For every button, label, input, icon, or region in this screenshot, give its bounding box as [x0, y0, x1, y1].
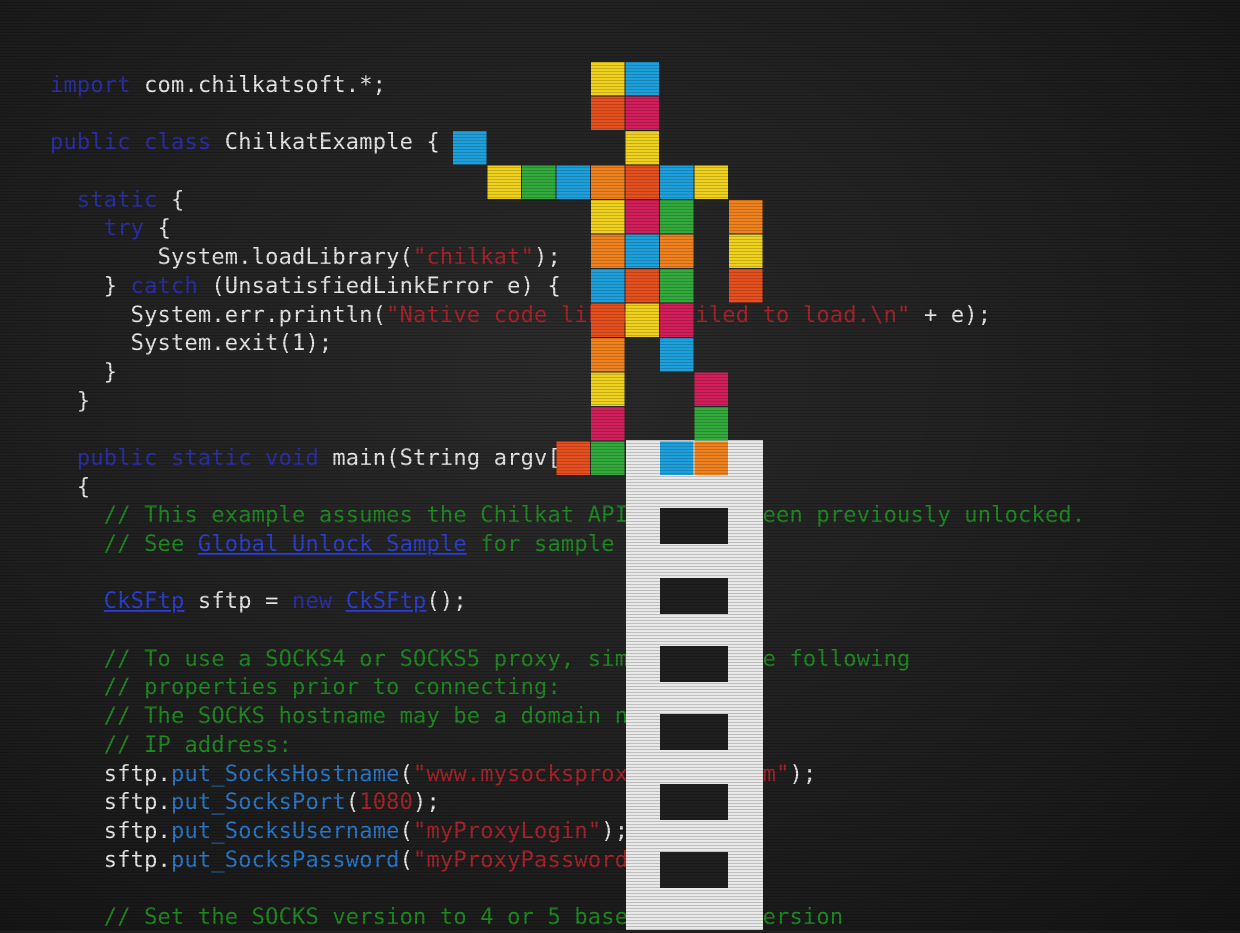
figure-tile — [660, 165, 694, 199]
figure-tile — [591, 165, 625, 199]
figure-tile — [625, 131, 659, 165]
ladder-gap — [660, 578, 728, 614]
figure-tile — [625, 62, 659, 96]
figure-tile — [591, 234, 625, 268]
figure-tile — [591, 269, 625, 303]
figure-tile — [591, 372, 625, 406]
figure-tile — [556, 441, 590, 475]
figure-tile — [625, 234, 659, 268]
figure-tile — [591, 96, 625, 130]
figure-tile — [591, 407, 625, 441]
figure-tile — [625, 200, 659, 234]
figure-tile — [556, 165, 590, 199]
figure-tile — [625, 165, 659, 199]
figure-tile — [625, 269, 659, 303]
figure-tile — [729, 269, 763, 303]
figure-tile — [660, 234, 694, 268]
pixel-figure-illustration — [453, 62, 763, 930]
ladder-gap — [660, 714, 728, 750]
ladder-gap — [660, 852, 728, 888]
figure-tile — [660, 200, 694, 234]
figure-tile — [694, 372, 728, 406]
figure-tile — [660, 441, 694, 475]
figure-tile — [660, 303, 694, 337]
figure-tile — [660, 338, 694, 372]
figure-tile — [694, 441, 728, 475]
ladder-gap — [660, 784, 728, 820]
figure-tile — [522, 165, 556, 199]
figure-tile — [591, 338, 625, 372]
figure-tile — [660, 269, 694, 303]
figure-tile — [591, 441, 625, 475]
figure-tile — [591, 200, 625, 234]
figure-tile — [591, 303, 625, 337]
figure-tile — [453, 131, 487, 165]
figure-tile — [625, 96, 659, 130]
figure-tile — [729, 234, 763, 268]
figure-tile — [694, 407, 728, 441]
ladder — [626, 440, 763, 930]
figure-tile — [625, 303, 659, 337]
figure-tile — [487, 165, 521, 199]
figure-tile — [591, 62, 625, 96]
ladder-gap — [660, 508, 728, 544]
pixel-figure — [453, 62, 763, 475]
ladder-gap — [660, 646, 728, 682]
figure-tile — [694, 165, 728, 199]
figure-tile — [729, 200, 763, 234]
